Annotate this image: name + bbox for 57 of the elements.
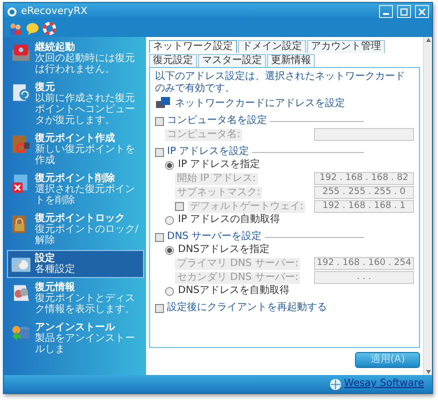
checkbox-label: 設定後にクライアントを再起動する [167,302,327,314]
input-field[interactable] [314,128,414,141]
radio-button[interactable] [165,216,174,224]
info-text: 以下のアドレス設定は、選択されたネットワークカードのみで有効です。 [155,71,406,95]
tab[interactable]: 更新情報 [267,54,315,67]
tab[interactable]: 復元設定 [149,54,197,67]
minimize-icon [383,13,389,15]
lifebuoy-icon[interactable] [43,22,56,35]
tab[interactable]: ドメイン設定 [238,40,306,53]
window-title: eRecoveryRX [21,6,88,18]
sidebar-item[interactable]: 継続起動 次回の起動時には復元は行われません。 [7,39,144,78]
network-card-icon [155,96,171,110]
folder-lifebuoy-icon [10,133,32,155]
section-label: DNS サーバーを設定 [167,231,262,243]
network-card-label: ネットワークカードにアドレスを設定 [175,98,345,110]
checkbox[interactable] [155,304,164,312]
field-label: サブネットマスク: [175,186,262,198]
checkbox[interactable] [155,148,164,156]
scrollbar[interactable] [423,37,432,375]
sidebar-item[interactable]: 復元ポイントロック 復元ポイントのロック/解除 [7,210,144,249]
sidebar-item[interactable]: 復元情報 復元ポイントとディスク情報を表示します。 [7,279,144,318]
radio-button[interactable] [165,286,174,296]
field-label: 開始 IP アドレス: [175,172,258,184]
field-label: デフォルトゲートウェイ: [188,200,306,212]
field-label: セカンダリ DNS サーバー: [175,272,300,284]
users-icon[interactable] [9,22,22,35]
field-label: コンピュータ名: [165,128,242,140]
tab[interactable]: アカウント管理 [307,40,385,53]
maximize-button[interactable] [397,5,411,18]
close-button[interactable] [415,5,429,18]
radio-button[interactable] [165,246,174,254]
maximize-icon [400,8,408,16]
globe-icon [330,378,342,390]
sidebar-item[interactable]: 設定 各種設定 [7,250,144,278]
close-icon [418,8,426,16]
radio-label: IP アドレスの自動取得 [178,214,280,226]
sidebar-item[interactable]: 復元ポイント作成 新しい復元ポイントを作成 [7,130,144,169]
chat-bubble-icon[interactable] [26,22,39,35]
restore-icon [10,82,32,104]
field-label: プライマリ DNS サーバー: [175,258,300,270]
radio-button[interactable] [165,160,174,170]
app-icon [7,6,17,16]
checkbox[interactable] [155,116,164,126]
hard-drive-icon [10,42,32,64]
checkbox[interactable] [155,232,164,242]
radio-label: DNSアドレスを指定 [178,244,270,256]
minimize-button[interactable] [379,5,393,18]
section-label: コンピュータ名を設定 [167,115,267,127]
website-link[interactable]: Wesay Software [344,378,424,390]
sidebar-item[interactable]: アンインストール 製品をアンインストールしま [7,319,144,358]
section-label: IP アドレスを設定 [167,146,250,158]
sidebar-item[interactable]: 復元 以前に作成された復元ポイントへコンピュータが復元します。 [7,79,144,129]
radio-label: DNSアドレスを自動取得 [178,285,290,297]
radio-label: IP アドレスを指定 [178,159,260,171]
tab[interactable]: ネットワーク設定 [149,40,237,53]
sidebar-item[interactable]: 復元ポイント削除 選択された復元ポイントを削除 [7,170,144,209]
tab[interactable]: マスター設定 [198,54,266,67]
